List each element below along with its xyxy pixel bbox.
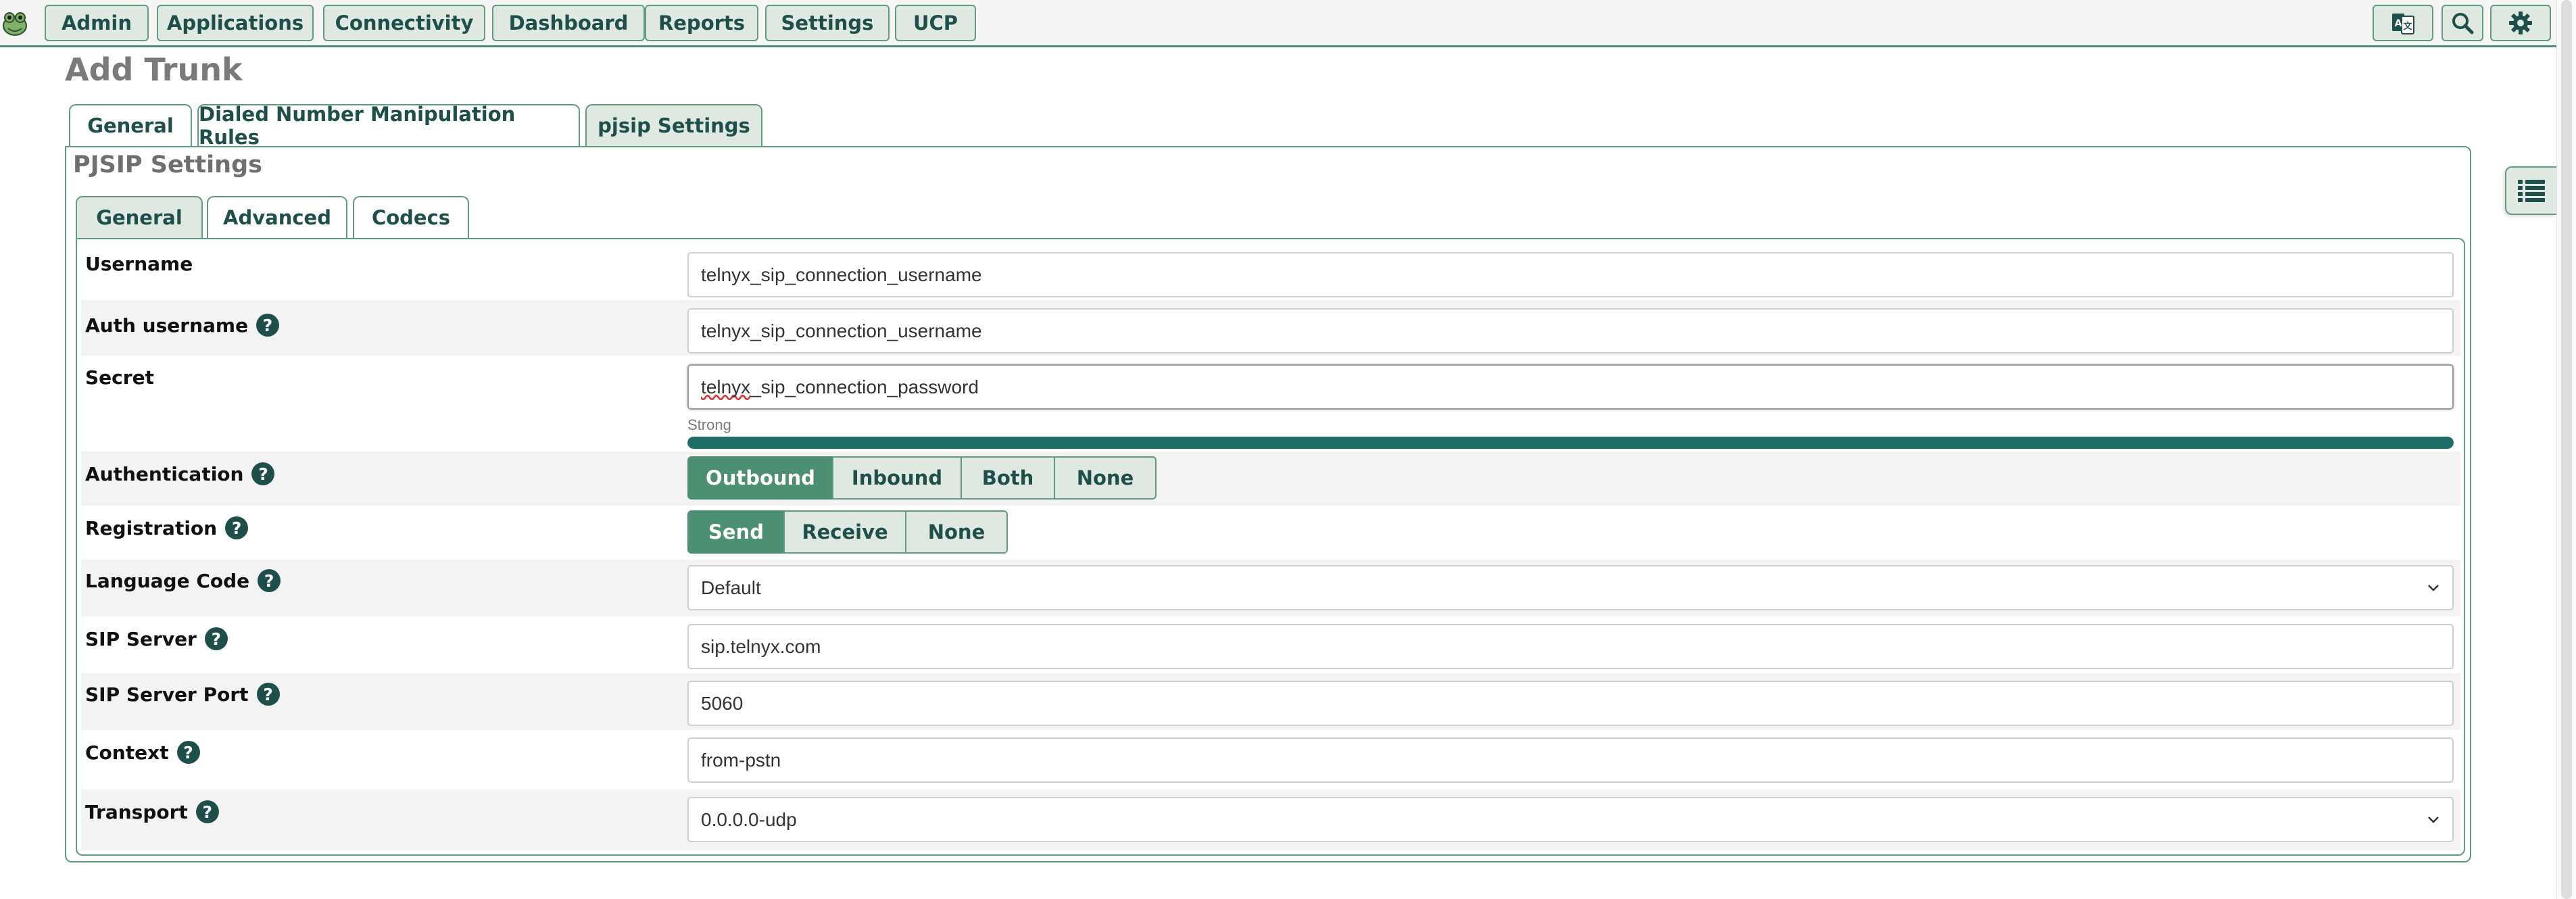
username-input[interactable]: telnyx_sip_connection_username <box>687 252 2454 297</box>
transport-select[interactable]: 0.0.0.0-udp <box>687 797 2454 842</box>
chevron-down-icon <box>2428 584 2439 591</box>
username-label: Username <box>85 253 193 275</box>
question-circle-icon[interactable]: ? <box>256 314 280 337</box>
question-circle-icon[interactable]: ? <box>256 683 280 706</box>
secret-value-rest: _sip_connection_password <box>750 376 979 397</box>
svg-text:A: A <box>2395 18 2402 29</box>
list-icon <box>2518 180 2545 202</box>
nav-dashboard[interactable]: Dashboard <box>492 5 645 41</box>
subtab-general[interactable]: General <box>76 196 203 238</box>
nav-settings[interactable]: Settings <box>765 5 890 41</box>
context-input[interactable]: from-pstn <box>687 737 2454 783</box>
nav-admin[interactable]: Admin <box>45 5 149 41</box>
password-strength-bar <box>687 437 2454 449</box>
row-registration: Registration ? <box>81 506 2460 560</box>
context-label: Context ? <box>85 741 200 764</box>
secret-value-prefix: telnyx <box>701 376 751 397</box>
language-code-label: Language Code ? <box>85 569 281 592</box>
tab-general[interactable]: General <box>69 104 192 146</box>
sip-server-port-label: SIP Server Port ? <box>85 683 280 706</box>
subtab-advanced[interactable]: Advanced <box>207 196 347 238</box>
registration-label: Registration ? <box>85 516 249 539</box>
authentication-none[interactable]: None <box>1054 456 1157 500</box>
authentication-label: Authentication ? <box>85 462 275 485</box>
authentication-outbound[interactable]: Outbound <box>687 456 833 500</box>
registration-send[interactable]: Send <box>687 510 785 554</box>
question-circle-icon[interactable]: ? <box>176 741 200 764</box>
language-code-select[interactable]: Default <box>687 565 2454 610</box>
sidebar-toggle-button[interactable] <box>2505 166 2556 215</box>
frog-logo-icon[interactable] <box>1 7 28 39</box>
tab-dialed-number-manipulation-rules[interactable]: Dialed Number Manipulation Rules <box>197 103 580 149</box>
language-button[interactable]: A 文 <box>2373 5 2433 41</box>
sip-server-input[interactable]: sip.telnyx.com <box>687 624 2454 669</box>
secret-label: Secret <box>85 366 154 389</box>
registration-receive[interactable]: Receive <box>783 510 906 554</box>
nav-connectivity[interactable]: Connectivity <box>323 5 485 41</box>
question-circle-icon[interactable]: ? <box>225 516 249 539</box>
sip-server-label: SIP Server ? <box>85 627 228 650</box>
translate-icon: A 文 <box>2392 14 2414 34</box>
authentication-both[interactable]: Both <box>961 456 1055 500</box>
search-button[interactable] <box>2441 5 2483 41</box>
nav-ucp[interactable]: UCP <box>895 5 976 41</box>
registration-none[interactable]: None <box>905 510 1008 554</box>
gear-icon <box>2509 11 2532 34</box>
nav-reports[interactable]: Reports <box>645 5 758 41</box>
nav-applications[interactable]: Applications <box>157 5 314 41</box>
search-icon <box>2452 13 2474 34</box>
secret-input[interactable]: telnyx _sip_connection_password <box>687 364 2454 410</box>
question-circle-icon[interactable]: ? <box>251 462 275 485</box>
page-title: Add Trunk <box>65 51 243 88</box>
authentication-inbound[interactable]: Inbound <box>832 456 962 500</box>
password-strength-fill <box>687 437 2454 449</box>
transport-label: Transport ? <box>85 800 219 823</box>
password-strength-label: Strong <box>687 416 731 433</box>
auth-username-input[interactable]: telnyx_sip_connection_username <box>687 308 2454 354</box>
panel-title: PJSIP Settings <box>73 151 262 178</box>
question-circle-icon[interactable]: ? <box>258 569 281 592</box>
row-authentication: Authentication ? <box>81 452 2460 506</box>
settings-button[interactable] <box>2490 5 2551 41</box>
chevron-down-icon <box>2428 816 2439 823</box>
registration-radio-group: Send Receive None <box>687 510 1008 554</box>
subtab-codecs[interactable]: Codecs <box>353 196 469 238</box>
tab-pjsip-settings[interactable]: pjsip Settings <box>585 104 762 146</box>
svg-text:文: 文 <box>2403 21 2412 32</box>
question-circle-icon[interactable]: ? <box>204 627 228 650</box>
question-circle-icon[interactable]: ? <box>195 800 219 823</box>
auth-username-label: Auth username ? <box>85 314 280 337</box>
scrollbar-thumb[interactable] <box>2561 0 2572 899</box>
sip-server-port-input[interactable]: 5060 <box>687 681 2454 726</box>
authentication-radio-group: Outbound Inbound Both None <box>687 456 1157 500</box>
top-nav-bar: Admin Applications Connectivity Dashboar… <box>0 0 2556 47</box>
vertical-scrollbar[interactable] <box>2556 0 2576 899</box>
